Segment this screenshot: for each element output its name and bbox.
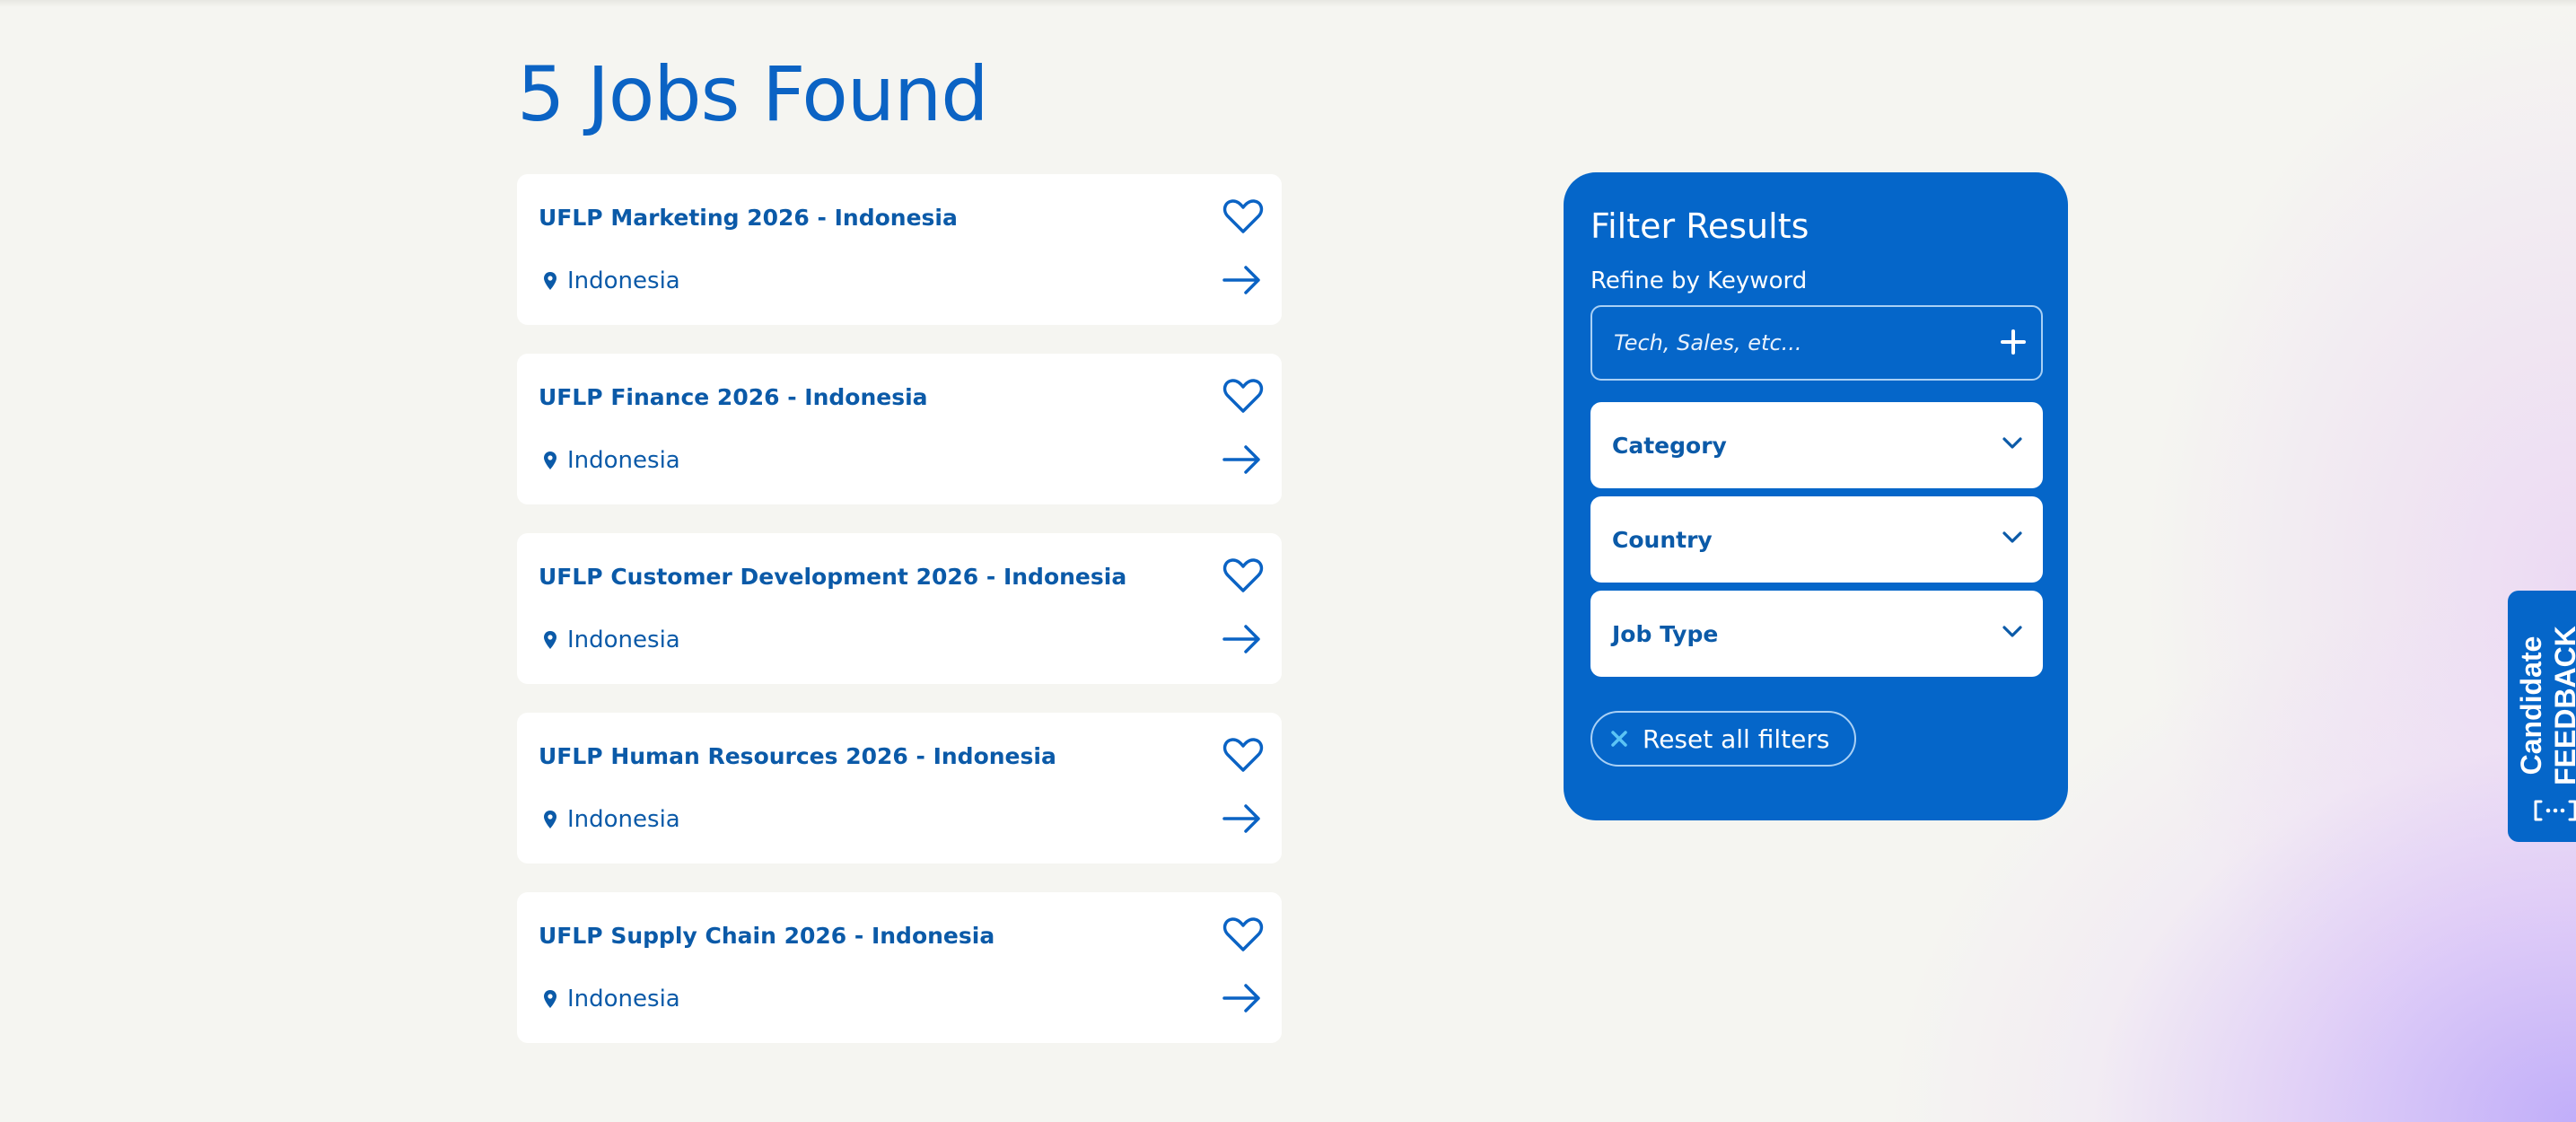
top-shadow: [0, 0, 2576, 7]
heart-outline-icon[interactable]: [1222, 557, 1264, 594]
keyword-field: [1590, 305, 2043, 381]
arrow-right-icon[interactable]: [1222, 802, 1262, 835]
feedback-line-2: FEEDBACK: [2549, 626, 2576, 785]
job-type-dropdown-label: Job Type: [1612, 621, 1719, 647]
job-title-link[interactable]: UFLP Supply Chain 2026 - Indonesia: [539, 923, 994, 949]
job-location-text: Indonesia: [567, 627, 680, 653]
heart-outline-icon[interactable]: [1222, 916, 1264, 953]
arrow-right-icon[interactable]: [1222, 443, 1262, 476]
job-type-dropdown[interactable]: Job Type: [1590, 591, 2043, 677]
keyword-label: Refine by Keyword: [1590, 267, 1808, 294]
job-location: Indonesia: [539, 627, 680, 653]
job-location: Indonesia: [539, 267, 680, 294]
job-title-link[interactable]: UFLP Finance 2026 - Indonesia: [539, 384, 928, 410]
job-location: Indonesia: [539, 447, 680, 474]
filter-panel: Filter Results Refine by Keyword Categor…: [1564, 172, 2068, 820]
feedback-label: Candidate FEEDBACK: [2514, 626, 2576, 785]
country-dropdown-label: Country: [1612, 527, 1713, 553]
job-card[interactable]: UFLP Customer Development 2026 - Indones…: [517, 533, 1282, 684]
job-card[interactable]: UFLP Finance 2026 - Indonesia Indonesia: [517, 354, 1282, 504]
reset-filters-button[interactable]: Reset all filters: [1590, 711, 1857, 767]
heart-outline-icon[interactable]: [1222, 377, 1264, 415]
job-title-link[interactable]: UFLP Human Resources 2026 - Indonesia: [539, 743, 1056, 769]
map-pin-icon: [544, 272, 556, 290]
job-title-link[interactable]: UFLP Marketing 2026 - Indonesia: [539, 205, 958, 231]
arrow-right-icon[interactable]: [1222, 982, 1262, 1014]
job-location: Indonesia: [539, 806, 680, 833]
job-location-text: Indonesia: [567, 267, 680, 294]
feedback-line-1: Candidate: [2515, 636, 2547, 776]
arrow-right-icon[interactable]: [1222, 264, 1262, 296]
category-dropdown-label: Category: [1612, 433, 1727, 459]
heart-outline-icon[interactable]: [1222, 197, 1264, 235]
keyword-input[interactable]: [1592, 307, 1987, 379]
country-dropdown[interactable]: Country: [1590, 496, 2043, 583]
job-location: Indonesia: [539, 986, 680, 1012]
map-pin-icon: [544, 631, 556, 649]
job-title-link[interactable]: UFLP Customer Development 2026 - Indones…: [539, 564, 1126, 590]
job-card[interactable]: UFLP Marketing 2026 - Indonesia Indonesi…: [517, 174, 1282, 325]
arrow-right-icon[interactable]: [1222, 623, 1262, 655]
chevron-down-icon: [2002, 437, 2022, 449]
plus-icon[interactable]: [2000, 329, 2027, 355]
job-card[interactable]: UFLP Human Resources 2026 - Indonesia In…: [517, 713, 1282, 863]
map-pin-icon: [544, 451, 556, 469]
job-location-text: Indonesia: [567, 447, 680, 474]
x-icon: [1611, 731, 1627, 747]
page-title: 5 Jobs Found: [517, 50, 989, 138]
job-list: UFLP Marketing 2026 - Indonesia Indonesi…: [517, 174, 1282, 1072]
heart-outline-icon[interactable]: [1222, 736, 1264, 774]
map-pin-icon: [544, 990, 556, 1008]
bracket-dots-icon: [2534, 800, 2576, 821]
reset-filters-label: Reset all filters: [1643, 723, 1830, 754]
job-location-text: Indonesia: [567, 986, 680, 1012]
background-gradient: [0, 0, 2576, 1122]
chevron-down-icon: [2002, 531, 2022, 543]
chevron-down-icon: [2002, 626, 2022, 637]
job-location-text: Indonesia: [567, 806, 680, 833]
category-dropdown[interactable]: Category: [1590, 402, 2043, 488]
map-pin-icon: [544, 811, 556, 828]
job-card[interactable]: UFLP Supply Chain 2026 - Indonesia Indon…: [517, 892, 1282, 1043]
candidate-feedback-tab[interactable]: Candidate FEEDBACK: [2508, 591, 2576, 842]
filter-title: Filter Results: [1590, 206, 1809, 246]
